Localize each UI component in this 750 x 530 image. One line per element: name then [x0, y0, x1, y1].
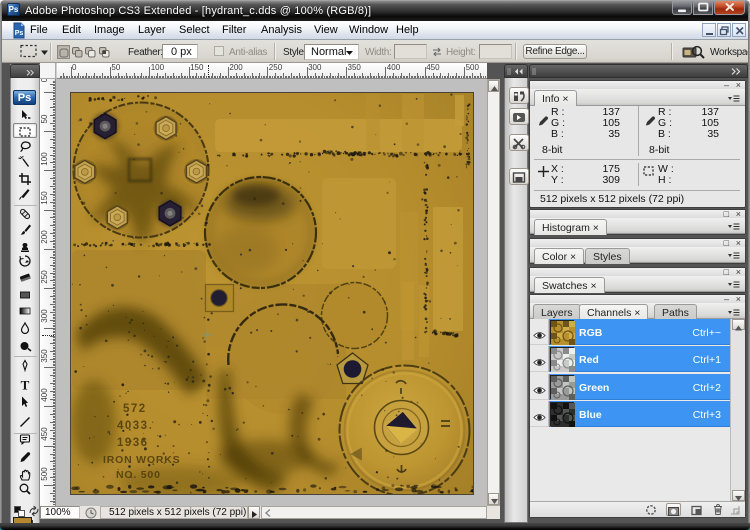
svg-text:Ps: Ps [15, 30, 24, 37]
svg-text:IRON WORKS: IRON WORKS [103, 454, 180, 466]
svg-text:4033: 4033 [117, 420, 149, 432]
svg-text:NO. 500: NO. 500 [116, 469, 161, 481]
svg-text:572: 572 [123, 403, 147, 415]
svg-text:T: T [21, 378, 30, 392]
svg-text:1936: 1936 [117, 437, 149, 449]
